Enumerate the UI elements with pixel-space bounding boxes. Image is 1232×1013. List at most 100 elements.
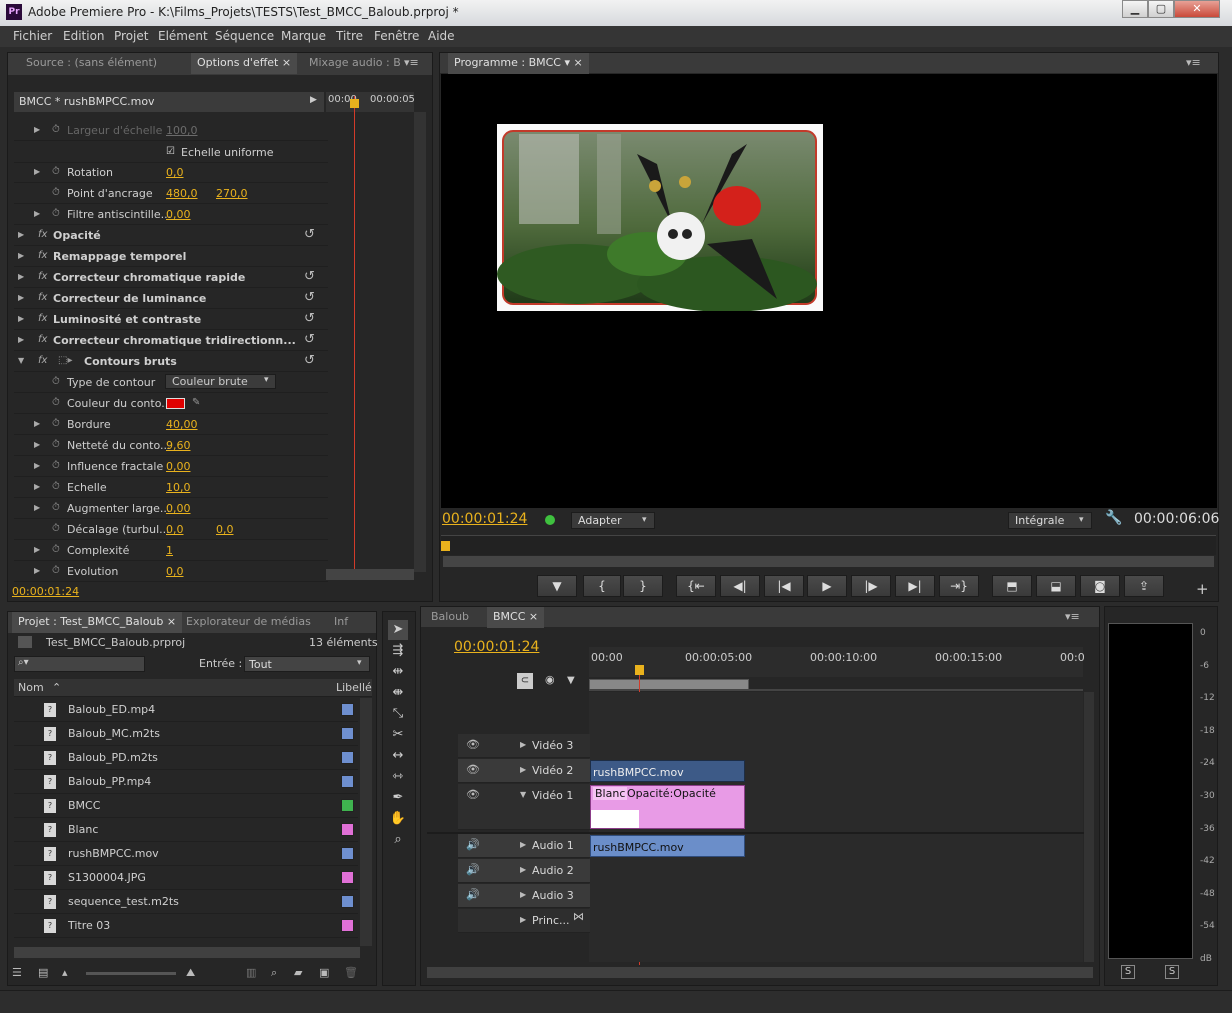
timeline-ruler[interactable]: 00:00 00:00:05:00 00:00:10:00 00:00:15:0… (589, 647, 1085, 677)
go-to-end-button[interactable]: ▶| (895, 575, 935, 597)
stopwatch-icon[interactable]: ⏱ (52, 481, 60, 492)
fx-icon[interactable]: fx (38, 313, 47, 324)
zoom-tool-icon[interactable]: ⌕ (388, 830, 408, 850)
effect-row[interactable]: ▶ fx Remappage temporel (14, 246, 328, 267)
effect-row[interactable]: ▶ ⏱ Largeur d'échelle 100,0 (14, 120, 328, 141)
reset-icon[interactable]: ↺ (304, 311, 315, 326)
list-item[interactable]: ? Baloub_ED.mp4 (14, 698, 358, 722)
program-viewer[interactable] (441, 74, 1217, 508)
clip-v2[interactable]: rushBMPCC.mov (590, 760, 745, 782)
timeline-scrollbar[interactable] (1084, 692, 1094, 962)
reset-icon[interactable]: ↺ (304, 290, 315, 305)
reset-icon[interactable]: ↺ (304, 332, 315, 347)
program-zoom-bar[interactable] (443, 556, 1214, 567)
speaker-icon[interactable]: 🔊 (466, 838, 480, 851)
reset-icon[interactable]: ↺ (304, 353, 315, 368)
stopwatch-icon[interactable]: ⏱ (52, 523, 60, 534)
wrench-icon[interactable]: 🔧 (1105, 510, 1122, 526)
mask-icon[interactable]: ⬚▸ (58, 355, 72, 366)
menu-titre[interactable]: Titre (336, 29, 363, 43)
fx-icon[interactable]: fx (38, 250, 47, 261)
effect-row[interactable]: ▶ ⏱ Rotation 0,0 (14, 162, 328, 183)
effect-row[interactable]: ▶ fx Opacité ↺ (14, 225, 328, 246)
effect-row[interactable]: ⏱ Couleur du conto... ✎ (14, 393, 328, 414)
fit-dropdown[interactable]: Adapter ▾ (571, 512, 655, 529)
tab-program[interactable]: Programme : BMCC ▾ × (448, 53, 589, 74)
close-button[interactable]: ✕ (1174, 0, 1220, 18)
param-value[interactable]: 9,60 (166, 439, 191, 452)
param-value[interactable]: 0,00 (166, 502, 191, 515)
chevron-right-icon[interactable]: ▶ (34, 545, 40, 554)
list-item[interactable]: ? Titre 03 (14, 914, 358, 938)
label-color-swatch[interactable] (341, 847, 354, 860)
export-frame-button[interactable]: ⇪ (1124, 575, 1164, 597)
rolling-edit-tool-icon[interactable]: ⇼ (388, 683, 408, 703)
effect-timecode[interactable]: 00:00:01:24 (12, 585, 79, 598)
find-icon[interactable]: ⌕ (271, 966, 277, 980)
stopwatch-icon[interactable]: ⏱ (52, 208, 60, 219)
eye-icon[interactable]: 👁 (466, 763, 480, 776)
track-header-a3[interactable]: 🔊 ▶ Audio 3 (458, 884, 590, 908)
eye-icon[interactable]: 👁 (466, 788, 480, 801)
entry-dropdown[interactable]: Tout ▾ (244, 656, 370, 672)
ripple-edit-tool-icon[interactable]: ⇹ (388, 662, 408, 682)
zoom-out-icon[interactable]: ▴ (62, 966, 68, 979)
chevron-right-icon[interactable]: ▶ (34, 167, 40, 176)
step-back-button[interactable]: ◀| (720, 575, 760, 597)
effect-row[interactable]: ▶ fx Correcteur chromatique tridirectionn.… (14, 330, 328, 351)
camera-icon[interactable]: ◙ (1080, 575, 1120, 597)
param-value[interactable]: 0,00 (166, 208, 191, 221)
tab-project[interactable]: Projet : Test_BMCC_Baloub × (12, 612, 183, 633)
link-icon[interactable]: ◉ (545, 673, 555, 686)
rate-stretch-tool-icon[interactable]: ⤡ (388, 704, 408, 724)
chevron-right-icon[interactable]: ▶ (34, 461, 40, 470)
effect-playhead-handle[interactable] (350, 99, 359, 108)
stopwatch-icon[interactable]: ⏱ (52, 166, 60, 177)
quality-dropdown[interactable]: Intégrale ▾ (1008, 512, 1092, 529)
fx-icon[interactable]: fx (38, 271, 47, 282)
param-value[interactable]: 1 (166, 544, 173, 557)
label-color-swatch[interactable] (341, 823, 354, 836)
new-bin-icon[interactable]: ▰ (294, 966, 302, 979)
list-item[interactable]: ? BMCC (14, 794, 358, 818)
tab-audio-mixer[interactable]: Mixage audio : B (303, 53, 407, 74)
list-item[interactable]: ? Blanc (14, 818, 358, 842)
effect-scrollbar[interactable] (414, 112, 426, 572)
track-header-v3[interactable]: 👁 ▶ Vidéo 3 (458, 734, 590, 758)
track-header-a1[interactable]: 🔊 ▶ Audio 1 (458, 834, 590, 858)
automate-icon[interactable]: ▥ (246, 966, 256, 979)
menu-edition[interactable]: Edition (63, 29, 105, 43)
zoom-slider[interactable] (86, 972, 176, 975)
track-header-master[interactable]: ▶ Princ... (458, 909, 590, 933)
track-select-tool-icon[interactable]: ⇶ (388, 641, 408, 661)
effect-row[interactable]: ▶ ⏱ Complexité 1 (14, 540, 328, 561)
extract-button[interactable]: ⬓ (1036, 575, 1076, 597)
effect-row[interactable]: ▶ ⏱ Influence fractale 0,00 (14, 456, 328, 477)
tab-info[interactable]: Inf (328, 612, 354, 633)
speaker-icon[interactable]: 🔊 (466, 863, 480, 876)
list-item[interactable]: ? rushBMPCC.mov (14, 842, 358, 866)
effect-row[interactable]: ▶ ⏱ Echelle 10,0 (14, 477, 328, 498)
slip-tool-icon[interactable]: ↔ (388, 746, 408, 766)
chevron-right-icon[interactable]: ▶ (18, 230, 24, 239)
add-marker-button[interactable]: ▼ (537, 575, 577, 597)
project-hscroll[interactable] (14, 947, 360, 958)
tab-media-browser[interactable]: Explorateur de médias (180, 612, 317, 633)
list-view-icon[interactable]: ☰ (12, 966, 22, 979)
effect-row[interactable]: ▶ ⏱ Evolution 0,0 (14, 561, 328, 582)
go-to-out-button[interactable]: ⇥} (939, 575, 979, 597)
project-search-input[interactable]: ⌕▾ (14, 656, 145, 672)
label-color-swatch[interactable] (341, 871, 354, 884)
effect-row[interactable]: ☑ Echelle uniforme (14, 142, 328, 163)
slide-tool-icon[interactable]: ⇿ (388, 767, 408, 787)
tab-sequence-bmcc[interactable]: BMCC × (487, 607, 545, 628)
param-value[interactable]: 0,00 (166, 460, 191, 473)
track-header-a2[interactable]: 🔊 ▶ Audio 2 (458, 859, 590, 883)
menu-marque[interactable]: Marque (281, 29, 326, 43)
param-value-2[interactable]: 0,0 (216, 523, 234, 536)
new-item-icon[interactable]: ▣ (319, 966, 329, 979)
timeline-hscroll[interactable] (427, 967, 1093, 978)
go-to-start-button[interactable]: |◀ (764, 575, 804, 597)
label-color-swatch[interactable] (341, 895, 354, 908)
param-value[interactable]: 0,0 (166, 166, 184, 179)
